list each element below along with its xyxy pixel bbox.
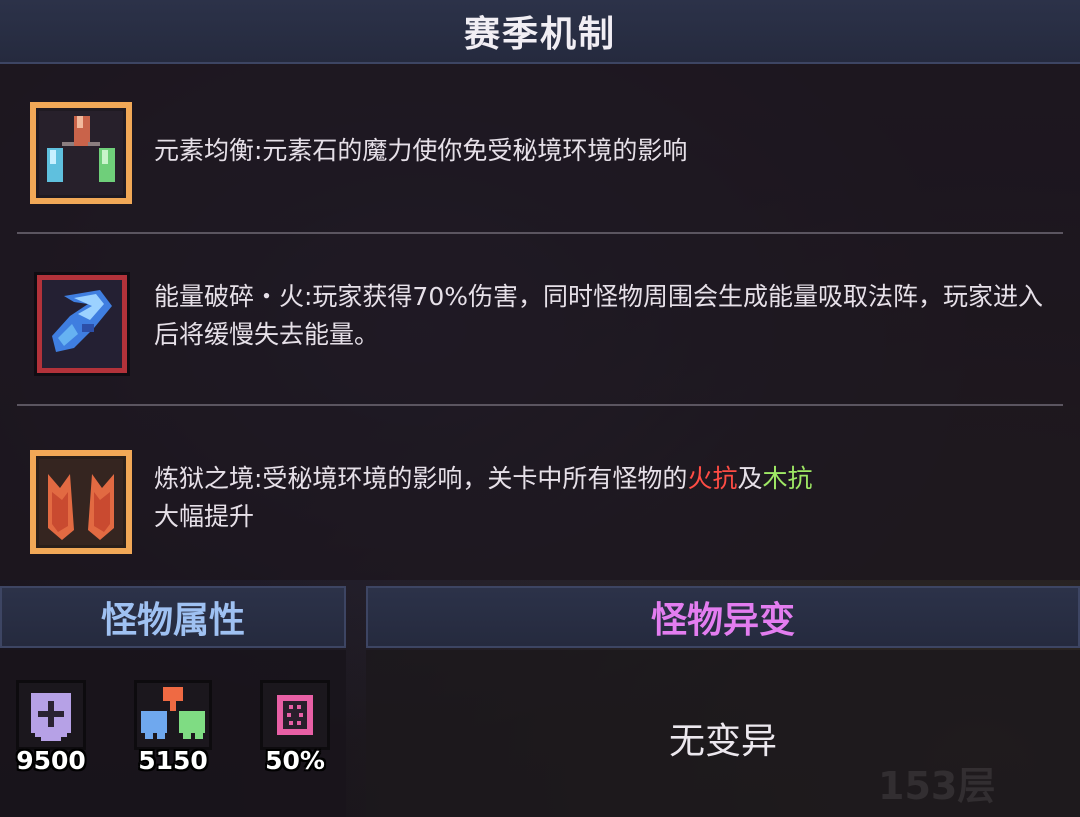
mechanic-description: 元素均衡:元素石的魔力使你免受秘境环境的影响: [154, 136, 688, 165]
divider: [17, 404, 1063, 406]
mechanic-description: 能量破碎・火:玩家获得70%伤害，同时怪物周围会生成能量吸取法阵，玩家进入后将缓…: [154, 282, 1043, 349]
floor-watermark: 153层: [878, 764, 996, 808]
monster-attributes-header: 怪物属性: [0, 586, 346, 648]
season-mechanics-title: 赛季机制: [463, 14, 616, 55]
monster-attributes-title: 怪物属性: [100, 600, 245, 641]
mechanic-text: 炼狱之境:受秘境环境的影响，关卡中所有怪物的火抗及木抗大幅提升: [154, 460, 1064, 536]
wood-resist-highlight: 木抗: [762, 464, 813, 493]
mechanic-purgatory-realm[interactable]: 炼狱之境:受秘境环境的影响，关卡中所有怪物的火抗及木抗大幅提升: [0, 448, 1080, 556]
stat-value: 50%: [265, 746, 325, 775]
mechanic-description: 炼狱之境:受秘境环境的影响，关卡中所有怪物的: [154, 464, 688, 493]
stat-element[interactable]: 5150: [130, 680, 216, 780]
element-stones-icon: [28, 100, 134, 206]
purgatory-realm-icon: [28, 448, 134, 554]
gear-burst-icon: [260, 680, 330, 750]
mechanic-element-balance[interactable]: 元素均衡:元素石的魔力使你免受秘境环境的影响: [0, 100, 1080, 206]
divider: [17, 232, 1063, 234]
mechanic-text: 元素均衡:元素石的魔力使你免受秘境环境的影响: [154, 132, 1064, 170]
element-tree-icon: [134, 680, 212, 750]
mechanic-description-joiner: 及: [737, 464, 763, 493]
mechanic-text: 能量破碎・火:玩家获得70%伤害，同时怪物周围会生成能量吸取法阵，玩家进入后将缓…: [154, 278, 1064, 354]
mechanic-energy-shatter-fire[interactable]: 能量破碎・火:玩家获得70%伤害，同时怪物周围会生成能量吸取法阵，玩家进入后将缓…: [0, 272, 1080, 378]
fire-resist-highlight: 火抗: [687, 464, 738, 493]
stat-value: 9500: [16, 746, 86, 775]
health-shield-icon: [16, 680, 86, 750]
monster-mutation-header: 怪物异变: [366, 586, 1080, 648]
energy-shatter-fire-icon: [34, 272, 130, 376]
stat-value: 5150: [138, 746, 208, 775]
season-mechanics-list: 元素均衡:元素石的魔力使你免受秘境环境的影响 能量破碎・火:玩家获得70%伤害，…: [0, 64, 1080, 580]
stat-crit[interactable]: 50%: [252, 680, 338, 780]
stat-health[interactable]: 9500: [8, 680, 94, 780]
season-mechanics-header: 赛季机制: [0, 0, 1080, 64]
mechanic-description-tail: 大幅提升: [154, 502, 255, 531]
monster-attributes-panel: 9500 5150 50%: [0, 650, 346, 817]
monster-mutation-title: 怪物异变: [650, 600, 795, 641]
